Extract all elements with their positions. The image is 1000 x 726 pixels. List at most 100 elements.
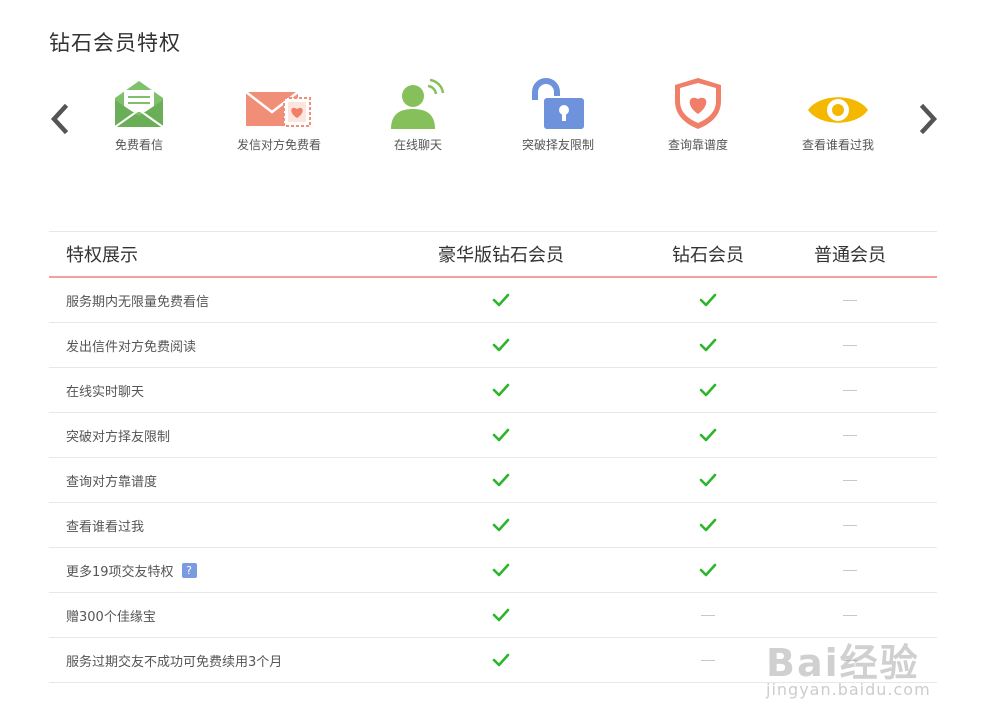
row-label-cell: 突破对方择友限制 (49, 426, 349, 445)
check-icon (699, 473, 717, 488)
row-label: 在线实时聊天 (66, 384, 145, 400)
dash-cell (763, 473, 937, 488)
feature-label: 免费看信 (114, 138, 163, 152)
dash-cell (763, 338, 937, 353)
feature-online-chat[interactable]: 在线聊天 (358, 72, 478, 153)
header-regular: 普通会员 (814, 245, 886, 266)
dash-icon (843, 389, 857, 391)
page-title: 钻石会员特权 (49, 31, 181, 55)
dash-icon (843, 344, 857, 346)
check-icon (492, 653, 510, 668)
dash-cell (653, 653, 763, 668)
feature-free-send[interactable]: 发信对方免费看 (219, 72, 339, 153)
check-icon (699, 518, 717, 533)
table-row: 查看谁看过我 (49, 503, 937, 548)
envelope-stamp-icon (245, 91, 311, 127)
check-cell (653, 383, 763, 398)
help-icon[interactable]: ? (181, 562, 197, 578)
check-cell (653, 563, 763, 578)
table-row: 突破对方择友限制 (49, 413, 937, 458)
row-label-cell: 赠300个佳缘宝 (49, 606, 349, 625)
dash-cell (653, 608, 763, 623)
dash-icon (701, 659, 715, 661)
check-icon (492, 383, 510, 398)
watermark: Bai经验 jingyan.baidu.com (766, 616, 950, 712)
feature-reliability[interactable]: 查询靠谱度 (638, 72, 758, 153)
check-icon (492, 473, 510, 488)
check-icon (699, 383, 717, 398)
chevron-right-icon (919, 103, 938, 135)
watermark-text: Bai经验 (766, 641, 920, 685)
dash-icon (843, 569, 857, 571)
row-label: 查看谁看过我 (66, 519, 145, 535)
row-label: 更多19项交友特权 (66, 564, 174, 580)
feature-label: 查看谁看过我 (801, 138, 874, 152)
row-label-cell: 发出信件对方免费阅读 (49, 336, 349, 355)
check-icon (492, 563, 510, 578)
dash-icon (843, 434, 857, 436)
dash-icon (843, 299, 857, 301)
feature-who-viewed[interactable]: 查看谁看过我 (778, 72, 898, 153)
dash-cell (763, 563, 937, 578)
check-icon (699, 563, 717, 578)
check-cell (349, 563, 653, 578)
dash-icon (701, 614, 715, 616)
check-icon (492, 338, 510, 353)
table-row: 在线实时聊天 (49, 368, 937, 413)
dash-cell (763, 293, 937, 308)
check-icon (492, 518, 510, 533)
header-luxury-diamond: 豪华版钻石会员 (438, 245, 564, 266)
feature-unlock-limit[interactable]: 突破择友限制 (498, 72, 618, 153)
check-cell (349, 338, 653, 353)
header-privilege: 特权展示 (66, 245, 138, 266)
shield-heart-icon (675, 78, 721, 129)
envelope-open-icon (114, 81, 164, 128)
check-cell (349, 653, 653, 668)
table-row: 发出信件对方免费阅读 (49, 323, 937, 368)
feature-label: 在线聊天 (393, 138, 442, 152)
dash-icon (843, 479, 857, 481)
row-label: 查询对方靠谱度 (66, 474, 158, 490)
row-label: 发出信件对方免费阅读 (66, 339, 197, 355)
dash-icon (843, 524, 857, 526)
table-header: 特权展示 豪华版钻石会员 钻石会员 普通会员 (49, 232, 937, 278)
table-row: 更多19项交友特权? (49, 548, 937, 593)
feature-label: 突破择友限制 (521, 138, 594, 152)
eye-icon (808, 97, 868, 123)
table-row: 查询对方靠谱度 (49, 458, 937, 503)
row-label-cell: 在线实时聊天 (49, 381, 349, 400)
unlock-icon (532, 78, 584, 129)
check-icon (492, 608, 510, 623)
feature-label: 发信对方免费看 (236, 138, 321, 152)
check-cell (349, 518, 653, 533)
check-icon (492, 428, 510, 443)
check-icon (492, 293, 510, 308)
row-label: 服务期内无限量免费看信 (66, 294, 210, 310)
check-icon (699, 293, 717, 308)
header-diamond: 钻石会员 (672, 245, 744, 266)
row-label: 突破对方择友限制 (66, 429, 171, 445)
row-label: 服务过期交友不成功可免费续用3个月 (66, 654, 283, 670)
check-cell (653, 518, 763, 533)
row-label-cell: 更多19项交友特权? (49, 561, 349, 580)
carousel-next-button[interactable] (916, 103, 940, 135)
check-cell (349, 293, 653, 308)
check-cell (349, 428, 653, 443)
row-label: 赠300个佳缘宝 (66, 609, 156, 625)
table-row: 服务期内无限量免费看信 (49, 278, 937, 323)
check-cell (653, 473, 763, 488)
feature-free-read[interactable]: 免费看信 (79, 72, 199, 153)
check-cell (653, 293, 763, 308)
dash-cell (763, 428, 937, 443)
check-cell (349, 473, 653, 488)
check-cell (653, 428, 763, 443)
row-label-cell: 查看谁看过我 (49, 516, 349, 535)
feature-label: 查询靠谱度 (667, 138, 728, 152)
watermark-url: jingyan.baidu.com (766, 680, 931, 699)
check-cell (349, 383, 653, 398)
row-label-cell: 查询对方靠谱度 (49, 471, 349, 490)
chevron-left-icon (50, 103, 69, 135)
row-label-cell: 服务过期交友不成功可免费续用3个月 (49, 651, 349, 670)
carousel-prev-button[interactable] (48, 103, 72, 135)
dash-cell (763, 518, 937, 533)
